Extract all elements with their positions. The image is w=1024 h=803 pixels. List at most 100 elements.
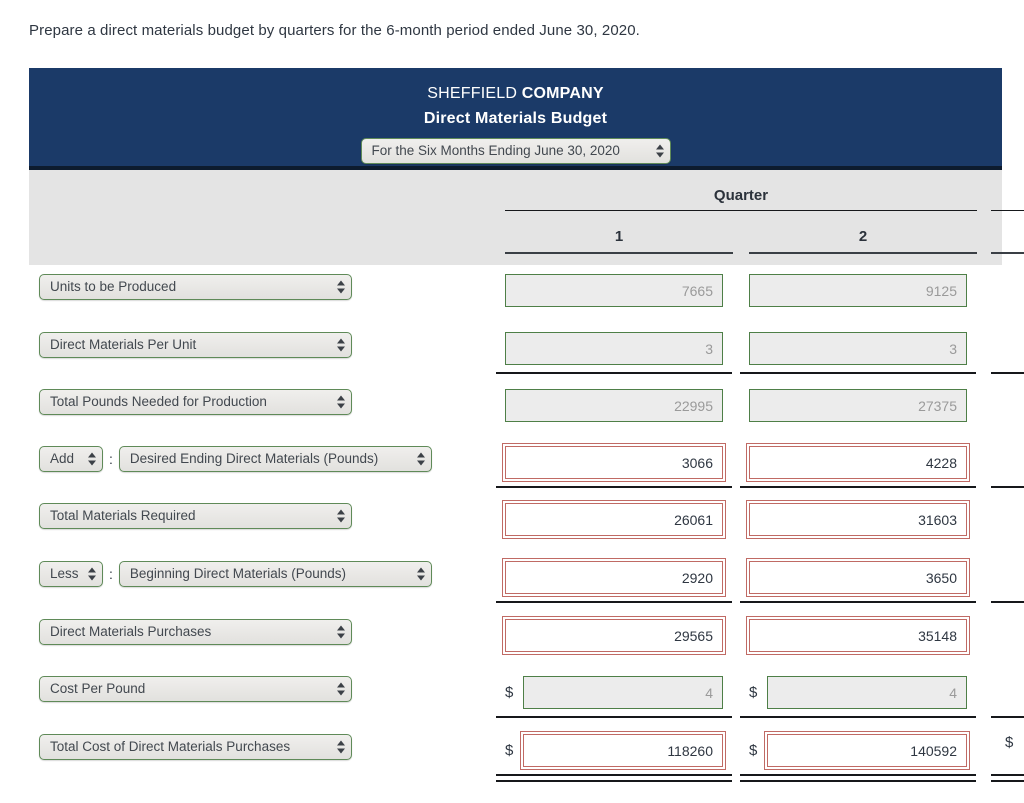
column-rule-q2 (749, 252, 977, 254)
amount-cell-q2 (749, 274, 977, 307)
total-double-rule-q1 (496, 774, 732, 782)
amount-cell-q1 (502, 616, 733, 655)
amount-input-q2[interactable] (764, 731, 970, 770)
amount-cell-q2 (746, 558, 977, 597)
quarter-group-rule (505, 210, 977, 211)
amount-cell-q2: $ (749, 731, 977, 770)
row-label-select[interactable]: Direct Materials Per Unit (39, 332, 352, 358)
currency-symbol: $ (505, 742, 514, 759)
row-label-select[interactable]: Cost Per Pound (39, 676, 352, 702)
amount-input-q2[interactable] (746, 558, 970, 597)
currency-symbol: $ (1005, 734, 1014, 751)
row-label-cell: Less: Beginning Direct Materials (Pounds) (39, 561, 432, 587)
row-prefix-select-box[interactable]: Add (39, 446, 103, 472)
period-select-wrap: For the Six Months Ending June 30, 2020 (29, 138, 1002, 164)
row-label-select[interactable]: Total Cost of Direct Materials Purchases (39, 734, 352, 760)
amount-input-q2[interactable] (746, 500, 970, 539)
subtotal-rule-q2 (740, 601, 976, 603)
subtotal-rule-q2 (740, 372, 976, 374)
period-select-box[interactable]: For the Six Months Ending June 30, 2020 (360, 138, 671, 164)
total-double-rule-q2 (740, 774, 976, 782)
amount-input-q1[interactable] (505, 274, 723, 307)
row-label-select[interactable]: Units to be Produced (39, 274, 352, 300)
row-label-select-box[interactable]: Total Cost of Direct Materials Purchases (39, 734, 352, 760)
amount-input-q1[interactable] (505, 332, 723, 365)
amount-cell-q2 (749, 332, 977, 365)
worksheet-rows: Units to be Produced Direct Materials Per… (29, 265, 1024, 803)
column-group-rule-q3-partial (991, 210, 1024, 211)
row-label-select[interactable]: Total Pounds Needed for Production (39, 389, 352, 415)
row-label-select-box[interactable]: Desired Ending Direct Materials (Pounds) (118, 446, 432, 472)
row-label-select[interactable]: Desired Ending Direct Materials (Pounds) (118, 446, 432, 472)
amount-input-q2[interactable] (746, 443, 970, 482)
column-header-band: Quarter 1 2 (29, 170, 1024, 265)
row-prefix-select-box[interactable]: Less (39, 561, 103, 587)
amount-cell-q1 (502, 500, 733, 539)
amount-cell-q1 (502, 443, 733, 482)
amount-input-q2[interactable] (749, 332, 967, 365)
subtotal-rule-q3-partial (991, 601, 1024, 603)
amount-input-q1[interactable] (502, 443, 726, 482)
worksheet-row: Total Materials Required (29, 494, 1002, 552)
row-label-cell: Total Pounds Needed for Production (39, 389, 352, 415)
amount-input-q1[interactable] (502, 616, 726, 655)
amount-cell-q1: $ (505, 731, 733, 770)
amount-input-q2[interactable] (767, 676, 967, 709)
row-label-select-box[interactable]: Total Materials Required (39, 503, 352, 529)
row-label-select-box[interactable]: Units to be Produced (39, 274, 352, 300)
amount-input-q1[interactable] (502, 558, 726, 597)
row-prefix-select[interactable]: Add (39, 446, 103, 472)
amount-cell-q2 (749, 389, 977, 422)
amount-input-q2[interactable] (749, 274, 967, 307)
row-label-select[interactable]: Total Materials Required (39, 503, 352, 529)
worksheet-row: Total Pounds Needed for Production (29, 380, 1002, 438)
amount-input-q1[interactable] (523, 676, 723, 709)
amount-input-q1[interactable] (502, 500, 726, 539)
amount-cell-q2 (746, 500, 977, 539)
subtotal-rule-q2 (740, 716, 976, 718)
subtotal-rule-q3-partial (991, 486, 1024, 488)
row-label-cell: Direct Materials Purchases (39, 619, 352, 645)
amount-cell-q1: $ (505, 676, 733, 709)
currency-symbol: $ (749, 742, 758, 759)
worksheet-title-band: SHEFFIELD COMPANY Direct Materials Budge… (29, 68, 1002, 170)
subtotal-rule-q1 (496, 486, 732, 488)
quarter-group-label: Quarter (713, 187, 769, 204)
instruction-text: Prepare a direct materials budget by qua… (29, 22, 640, 39)
row-label-select-box[interactable]: Total Pounds Needed for Production (39, 389, 352, 415)
budget-worksheet: SHEFFIELD COMPANY Direct Materials Budge… (29, 68, 1024, 803)
row-label-select-box[interactable]: Cost Per Pound (39, 676, 352, 702)
amount-cell-q2 (746, 443, 977, 482)
row-label-cell: Total Cost of Direct Materials Purchases (39, 734, 352, 760)
statement-title: Direct Materials Budget (423, 110, 608, 127)
row-label-select[interactable]: Beginning Direct Materials (Pounds) (118, 561, 432, 587)
company-name-plain: SHEFFIELD (427, 85, 522, 102)
period-select[interactable]: For the Six Months Ending June 30, 2020 (360, 138, 671, 164)
subtotal-rule-q1 (496, 372, 732, 374)
subtotal-rule-q1 (496, 601, 732, 603)
row-label-select[interactable]: Direct Materials Purchases (39, 619, 352, 645)
subtotal-rule-q3-partial (991, 372, 1024, 374)
row-label-cell: Direct Materials Per Unit (39, 332, 352, 358)
amount-cell-q3-partial: $ (1005, 734, 1024, 751)
currency-symbol: $ (505, 684, 514, 701)
row-label-select-box[interactable]: Beginning Direct Materials (Pounds) (118, 561, 432, 587)
worksheet-row: Direct Materials Purchases (29, 610, 1002, 668)
amount-cell-q2 (746, 616, 977, 655)
row-label-select-box[interactable]: Direct Materials Per Unit (39, 332, 352, 358)
row-prefix-select[interactable]: Less (39, 561, 103, 587)
row-label-select-box[interactable]: Direct Materials Purchases (39, 619, 352, 645)
amount-cell-q2: $ (749, 676, 977, 709)
amount-input-q2[interactable] (749, 389, 967, 422)
amount-input-q1[interactable] (505, 389, 723, 422)
amount-cell-q1 (505, 332, 733, 365)
amount-input-q1[interactable] (520, 731, 726, 770)
amount-cell-q1 (505, 274, 733, 307)
amount-cell-q1 (502, 558, 733, 597)
row-label-cell: Total Materials Required (39, 503, 352, 529)
worksheet-row: Units to be Produced (29, 265, 1002, 323)
amount-input-q2[interactable] (746, 616, 970, 655)
column-rule-q3-partial (991, 252, 1024, 254)
column-header-q2: 2 (858, 228, 868, 245)
currency-symbol: $ (749, 684, 758, 701)
